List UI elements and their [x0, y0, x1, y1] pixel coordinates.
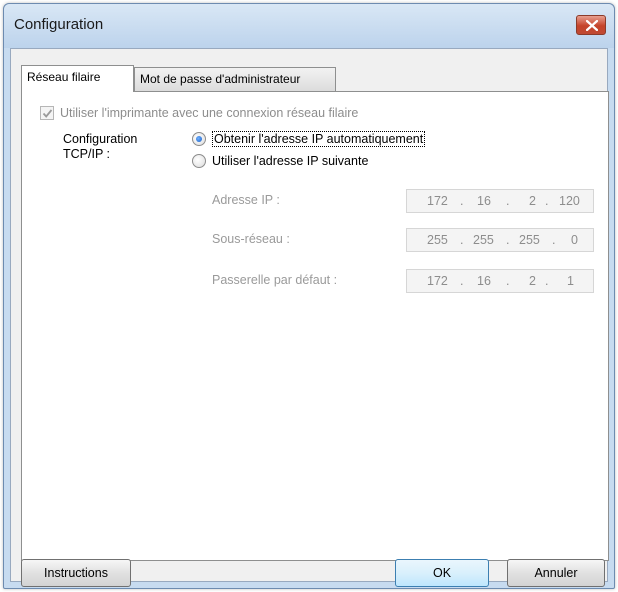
close-icon: [586, 20, 598, 31]
gateway-octet: 172: [427, 274, 448, 288]
gateway-octet: 2: [529, 274, 536, 288]
ip-octet: 172: [427, 194, 448, 208]
tcpip-label: Configuration TCP/IP :: [63, 132, 138, 161]
wired-network-panel: Utiliser l'imprimante avec une connexion…: [21, 91, 609, 561]
radio-auto-label: Obtenir l'adresse IP automatiquement: [212, 131, 426, 147]
tab-label: Mot de passe d'administrateur: [140, 72, 301, 86]
configuration-dialog: Configuration Réseau filaire Mot de pass…: [3, 3, 615, 589]
radio-manual-label: Utiliser l'adresse IP suivante: [212, 154, 369, 168]
ip-octet: 16: [477, 194, 491, 208]
use-wired-label: Utiliser l'imprimante avec une connexion…: [60, 106, 359, 120]
instructions-button[interactable]: Instructions: [21, 559, 131, 587]
gateway-octet: 1: [567, 274, 574, 288]
tab-wired-network[interactable]: Réseau filaire: [21, 65, 134, 92]
ip-octet: 2: [529, 194, 536, 208]
subnet-octet: 255: [519, 233, 540, 247]
subnet-field[interactable]: 255 . 255 . 255 . 0: [406, 228, 594, 252]
cancel-button[interactable]: Annuler: [507, 559, 605, 587]
subnet-octet: 0: [571, 233, 578, 247]
gateway-label: Passerelle par défaut :: [212, 273, 338, 287]
subnet-octet: 255: [473, 233, 494, 247]
radio-button-selected[interactable]: [192, 132, 206, 146]
use-wired-checkbox[interactable]: [40, 106, 54, 120]
tab-label: Réseau filaire: [27, 70, 101, 84]
ip-octet: 120: [559, 194, 580, 208]
title-bar[interactable]: Configuration: [4, 4, 614, 48]
close-button[interactable]: [576, 15, 606, 35]
tab-admin-password[interactable]: Mot de passe d'administrateur: [134, 67, 336, 91]
radio-button[interactable]: [192, 154, 206, 168]
window-title: Configuration: [14, 16, 104, 33]
ip-address-field[interactable]: 172 . 16 . 2 . 120: [406, 189, 594, 213]
ok-button[interactable]: OK: [395, 559, 489, 587]
subnet-octet: 255: [427, 233, 448, 247]
dialog-client-area: Réseau filaire Mot de passe d'administra…: [10, 48, 609, 587]
subnet-label: Sous-réseau :: [212, 232, 290, 246]
checkmark-icon: [42, 109, 53, 118]
gateway-field[interactable]: 172 . 16 . 2 . 1: [406, 269, 594, 293]
gateway-octet: 16: [477, 274, 491, 288]
ip-address-label: Adresse IP :: [212, 193, 280, 207]
